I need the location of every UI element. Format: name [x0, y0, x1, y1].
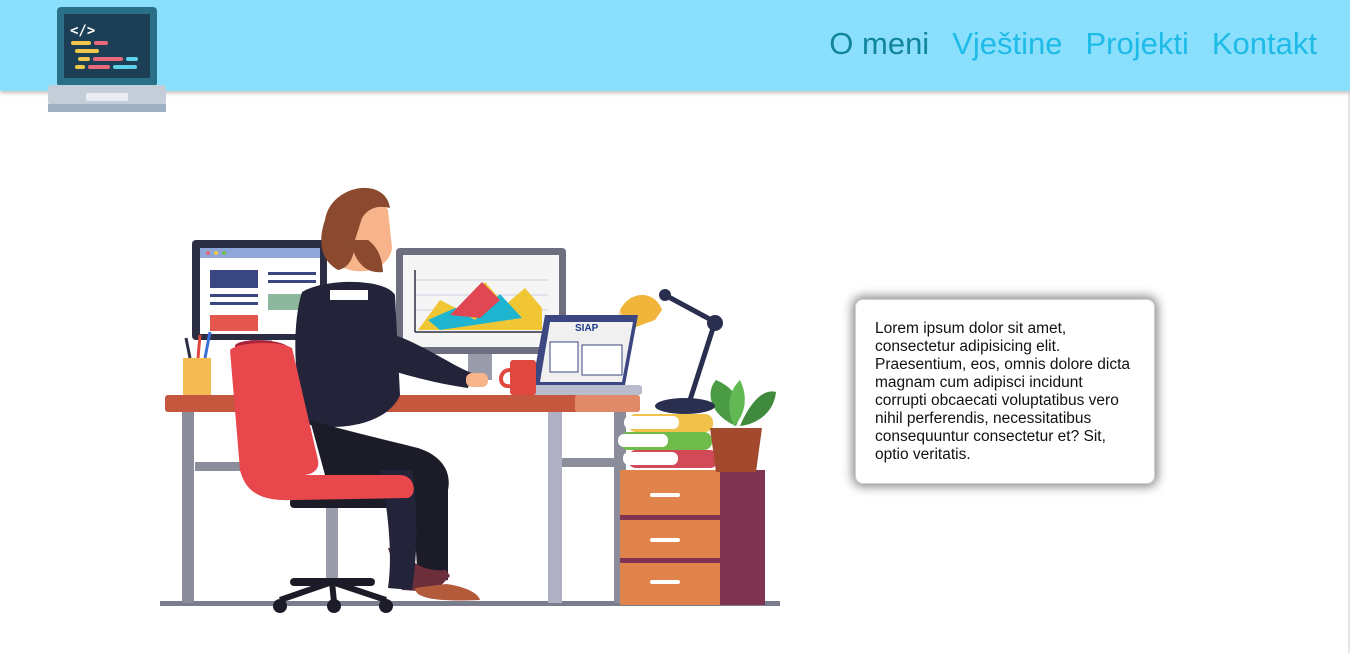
laptop-code-icon[interactable]: </>: [48, 7, 166, 113]
developer-at-desk-illustration: SIAP: [160, 187, 780, 613]
nav-link-projekti[interactable]: Projekti: [1086, 24, 1189, 64]
nav-link-o-meni[interactable]: O meni: [829, 24, 929, 64]
nav-link-kontakt[interactable]: Kontakt: [1212, 24, 1317, 64]
intro-text: Lorem ipsum dolor sit amet, consectetur …: [875, 320, 1131, 463]
site-header: O meni Vještine Projekti Kontakt: [0, 0, 1350, 91]
laptop-screen-text: SIAP: [575, 323, 599, 334]
svg-text:</>: </>: [70, 23, 95, 39]
nav-link-vjestine[interactable]: Vještine: [952, 24, 1062, 64]
main-nav: O meni Vještine Projekti Kontakt: [829, 24, 1317, 64]
intro-card: Lorem ipsum dolor sit amet, consectetur …: [855, 299, 1155, 484]
